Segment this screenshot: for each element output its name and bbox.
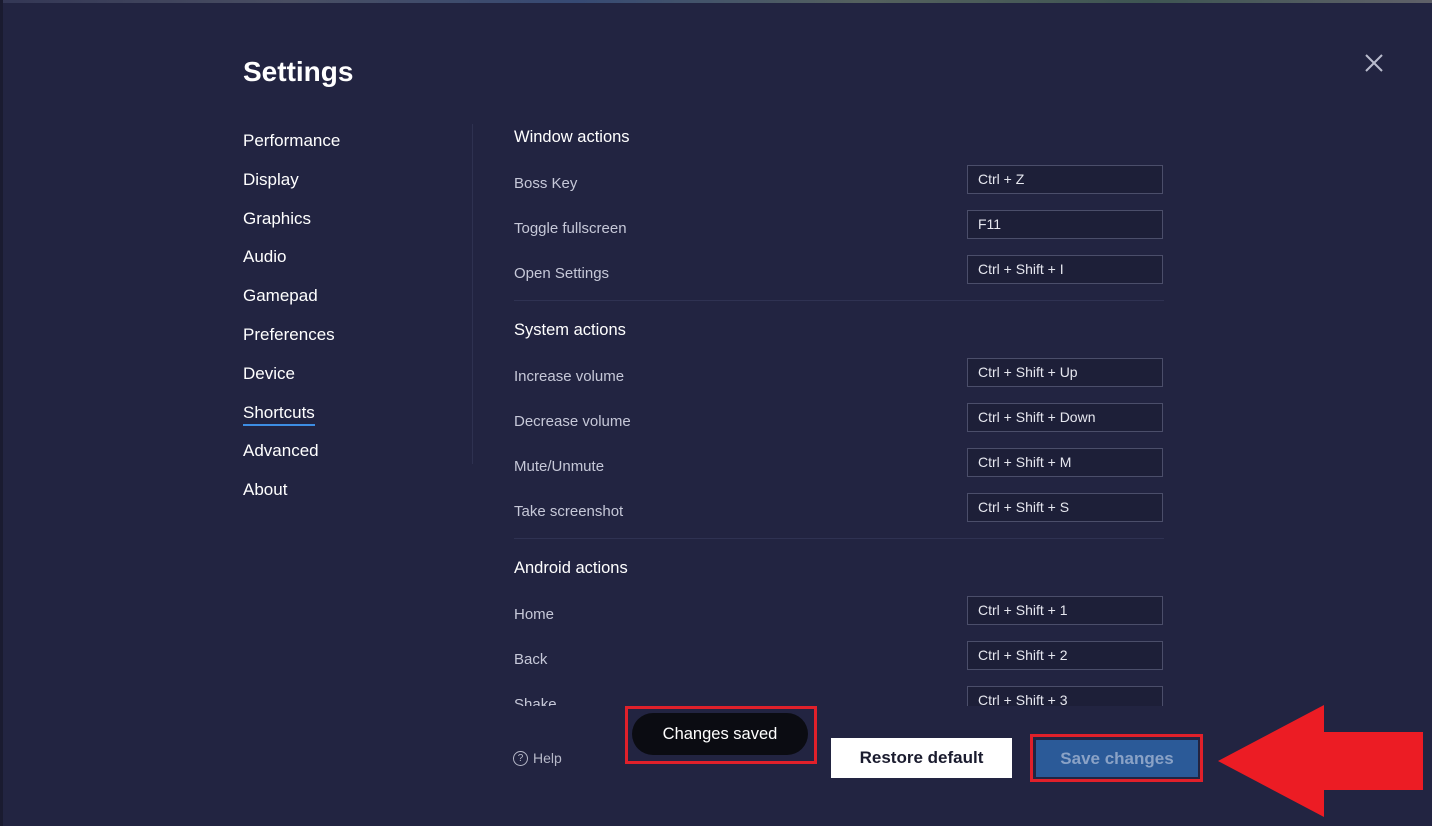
sidebar-item-about[interactable]: About: [243, 477, 443, 516]
shortcut-row-mute-unmute: Mute/Unmute Ctrl + Shift + M: [514, 448, 1164, 493]
shortcut-input-mute-unmute[interactable]: Ctrl + Shift + M: [967, 448, 1163, 477]
shortcut-row-toggle-fullscreen: Toggle fullscreen F11: [514, 210, 1164, 255]
shortcut-label: Shake: [514, 696, 557, 706]
shortcut-row-decrease-volume: Decrease volume Ctrl + Shift + Down: [514, 403, 1164, 448]
shortcut-label: Take screenshot: [514, 503, 624, 520]
close-icon: [1365, 54, 1383, 72]
settings-window: Settings Performance Display Graphics Au…: [0, 0, 1432, 826]
sidebar-item-display[interactable]: Display: [243, 167, 443, 206]
page-title: Settings: [243, 56, 354, 87]
shortcut-row-take-screenshot: Take screenshot Ctrl + Shift + S: [514, 493, 1164, 538]
red-arrow-annotation-icon: [1218, 705, 1423, 817]
restore-default-button[interactable]: Restore default: [831, 738, 1012, 778]
shortcut-input-decrease-volume[interactable]: Ctrl + Shift + Down: [967, 403, 1163, 432]
sidebar-item-graphics[interactable]: Graphics: [243, 206, 443, 245]
shortcut-row-home: Home Ctrl + Shift + 1: [514, 596, 1164, 641]
help-link[interactable]: ? Help: [513, 750, 562, 766]
shortcut-input-back[interactable]: Ctrl + Shift + 2: [967, 641, 1163, 670]
sidebar-item-preferences[interactable]: Preferences: [243, 322, 443, 361]
changes-saved-toast: Changes saved: [632, 713, 808, 755]
shortcut-row-back: Back Ctrl + Shift + 2: [514, 641, 1164, 686]
shortcut-input-shake[interactable]: Ctrl + Shift + 3: [967, 686, 1163, 706]
shortcut-input-boss-key[interactable]: Ctrl + Z: [967, 165, 1163, 194]
sidebar-item-advanced[interactable]: Advanced: [243, 438, 443, 477]
shortcut-label: Decrease volume: [514, 413, 631, 430]
background-strip: [3, 0, 1432, 3]
help-label: Help: [533, 750, 562, 766]
shortcut-label: Increase volume: [514, 368, 625, 385]
settings-sidebar: Performance Display Graphics Audio Gamep…: [243, 128, 443, 516]
sidebar-item-label: Device: [243, 363, 295, 383]
shortcut-input-home[interactable]: Ctrl + Shift + 1: [967, 596, 1163, 625]
help-icon: ?: [513, 750, 528, 766]
sidebar-item-label: Gamepad: [243, 286, 318, 306]
shortcut-label: Home: [514, 606, 555, 623]
sidebar-item-label: Graphics: [243, 208, 312, 228]
shortcut-row-boss-key: Boss Key Ctrl + Z: [514, 165, 1164, 210]
shortcut-input-toggle-fullscreen[interactable]: F11: [967, 210, 1163, 239]
sidebar-item-label: Shortcuts: [243, 402, 315, 426]
shortcut-input-increase-volume[interactable]: Ctrl + Shift + Up: [967, 358, 1163, 387]
save-changes-button[interactable]: Save changes: [1036, 740, 1198, 777]
sidebar-item-label: About: [243, 480, 288, 500]
shortcuts-panel[interactable]: Window actions Boss Key Ctrl + Z Toggle …: [514, 118, 1164, 706]
section-title-android-actions: Android actions: [514, 559, 628, 577]
sidebar-item-device[interactable]: Device: [243, 361, 443, 400]
shortcut-input-open-settings[interactable]: Ctrl + Shift + I: [967, 255, 1163, 284]
shortcut-row-open-settings: Open Settings Ctrl + Shift + I: [514, 255, 1164, 300]
sidebar-item-gamepad[interactable]: Gamepad: [243, 283, 443, 322]
sidebar-item-shortcuts[interactable]: Shortcuts: [243, 400, 443, 439]
shortcut-label: Back: [514, 651, 548, 668]
sidebar-item-performance[interactable]: Performance: [243, 128, 443, 167]
shortcut-label: Boss Key: [514, 175, 578, 192]
sidebar-item-label: Advanced: [243, 441, 319, 461]
sidebar-item-label: Display: [243, 169, 299, 189]
shortcut-row-shake: Shake Ctrl + Shift + 3: [514, 686, 1164, 706]
sidebar-divider: [472, 124, 473, 464]
shortcut-label: Open Settings: [514, 265, 610, 282]
section-title-system-actions: System actions: [514, 321, 626, 339]
sidebar-item-label: Performance: [243, 131, 341, 150]
sidebar-item-audio[interactable]: Audio: [243, 244, 443, 283]
shortcut-label: Mute/Unmute: [514, 458, 605, 475]
sidebar-item-label: Preferences: [243, 324, 335, 344]
shortcut-input-take-screenshot[interactable]: Ctrl + Shift + S: [967, 493, 1163, 522]
section-title-window-actions: Window actions: [514, 128, 630, 146]
close-button[interactable]: [1361, 50, 1387, 76]
sidebar-item-label: Audio: [243, 247, 287, 267]
shortcut-label: Toggle fullscreen: [514, 220, 627, 237]
shortcut-row-increase-volume: Increase volume Ctrl + Shift + Up: [514, 358, 1164, 403]
